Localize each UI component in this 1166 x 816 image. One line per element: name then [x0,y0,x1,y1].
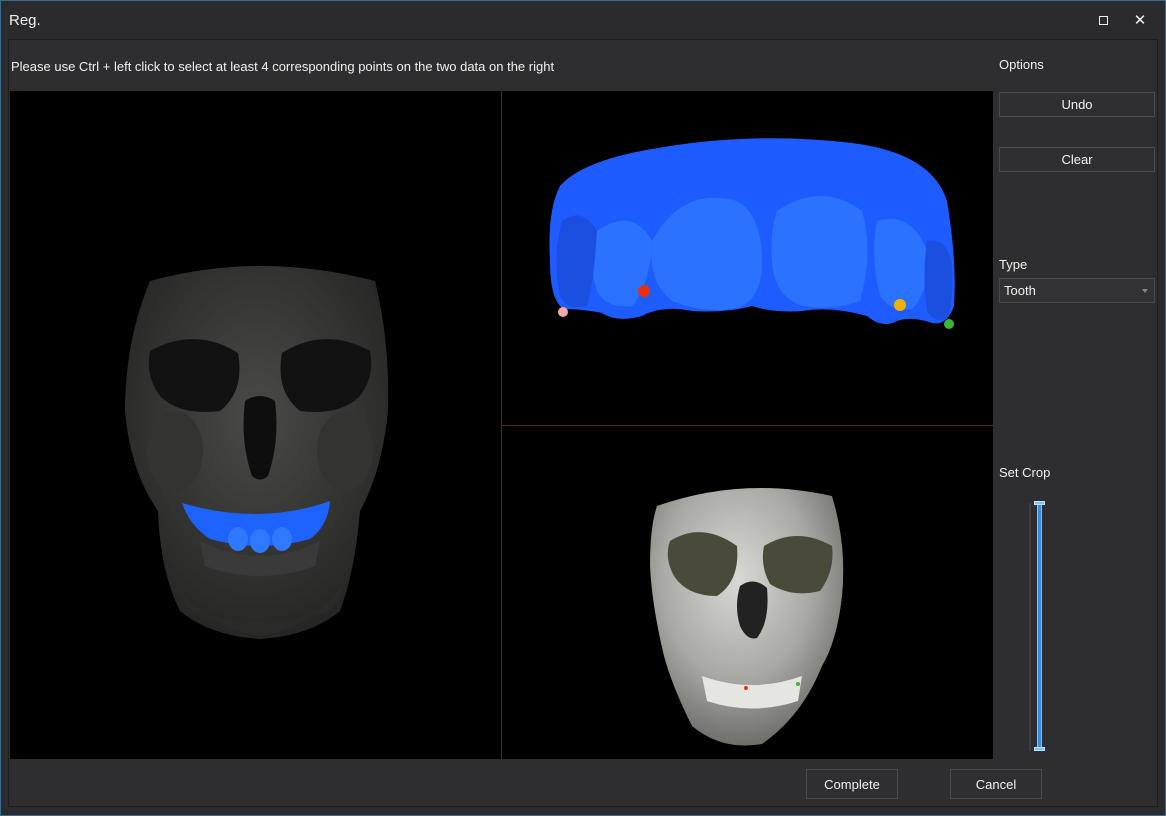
close-icon: ✕ [1133,11,1147,29]
landmark-point-yellow[interactable] [894,299,906,311]
cancel-button[interactable]: Cancel [950,769,1042,799]
ct-skull-render [650,488,844,746]
crop-slider-range[interactable] [1037,503,1042,751]
landmark-point-red[interactable] [638,285,650,297]
tooth-scan-viewport[interactable] [502,91,993,425]
ct-skull-viewport[interactable] [502,426,993,759]
combined-3d-viewport[interactable] [10,91,501,759]
crop-slider-track[interactable] [1029,503,1031,751]
close-button[interactable]: ✕ [1126,7,1154,33]
landmark-point-pink[interactable] [558,307,568,317]
type-label: Type [999,257,1028,272]
crop-slider-bottom-handle[interactable] [1034,747,1045,751]
undo-button[interactable]: Undo [999,92,1155,117]
window-title: Reg. [9,12,41,29]
maximize-button[interactable] [1089,7,1117,33]
skull-with-scan-render [125,266,389,639]
complete-button[interactable]: Complete [806,769,898,799]
registration-window: Reg. ✕ Please use Ctrl + left click to s… [0,0,1166,816]
options-heading: Options [999,57,1044,72]
chevron-down-icon [1142,289,1148,293]
type-select[interactable]: Tooth [999,278,1155,303]
type-select-value: Tooth [1004,283,1036,298]
set-crop-label: Set Crop [999,465,1051,480]
landmark-point-green[interactable] [944,319,954,329]
crop-slider-top-handle[interactable] [1034,501,1045,505]
instruction-text: Please use Ctrl + left click to select a… [11,59,555,74]
title-bar: Reg. ✕ [1,1,1165,39]
tooth-scan-render [549,138,955,329]
clear-button[interactable]: Clear [999,147,1155,172]
maximize-icon [1098,15,1108,25]
